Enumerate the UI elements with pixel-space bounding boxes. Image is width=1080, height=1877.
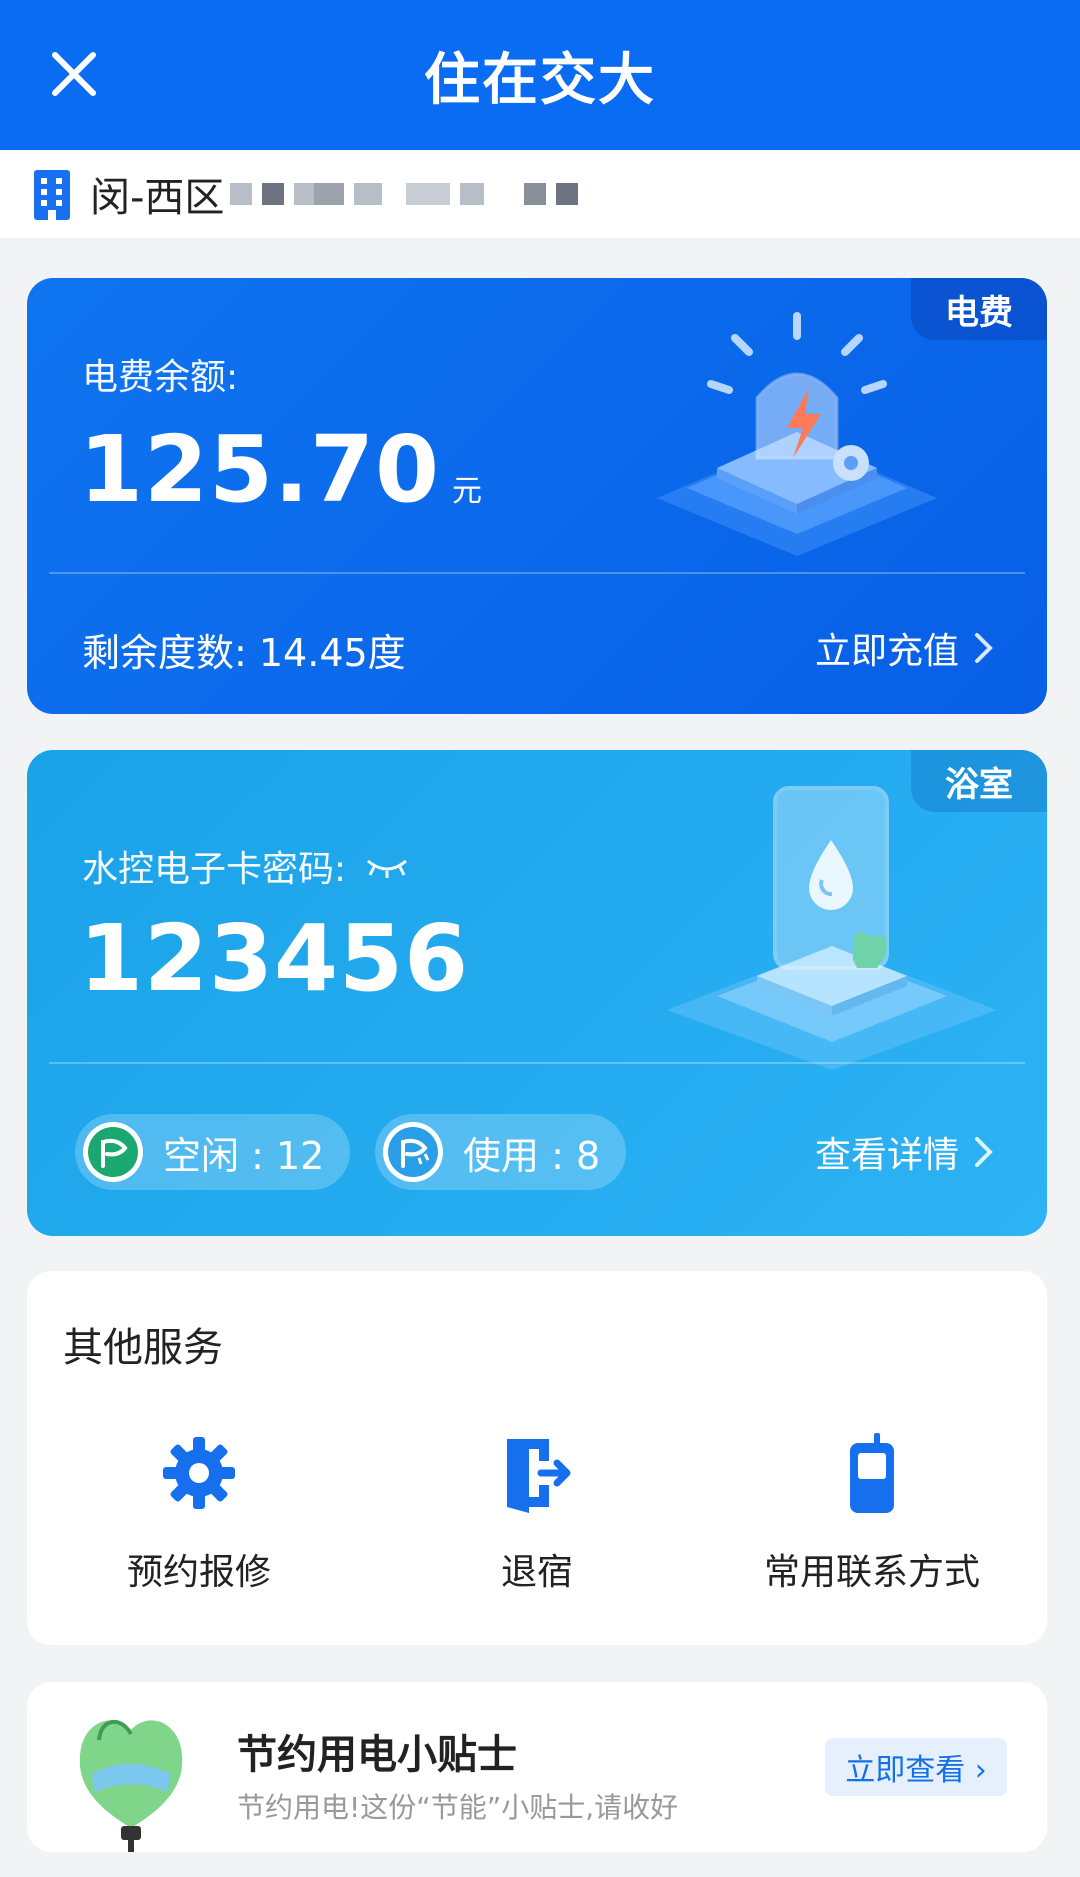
- building-icon: [34, 170, 70, 220]
- page-title: 住在交大: [424, 47, 656, 113]
- chevron-right-icon: [975, 633, 993, 663]
- eye-closed-icon[interactable]: [364, 853, 410, 879]
- services-title: 其他服务: [63, 1325, 223, 1371]
- idle-count-pill: 空闲 : 12: [75, 1114, 351, 1190]
- redacted-address: [230, 183, 588, 205]
- gear-icon: [163, 1437, 235, 1509]
- tips-title: 节约用电小贴士: [237, 1732, 517, 1778]
- balance-value: 125.70 元: [79, 416, 483, 523]
- balance-amount: 125.70: [79, 416, 441, 523]
- password-value: 123456: [79, 905, 470, 1012]
- page: 住在交大 闵-西区 电费 电费余额: 125.70 元 剩余度数: 14.45度…: [0, 0, 1080, 1877]
- close-button[interactable]: [46, 46, 102, 102]
- energy-tips-banner[interactable]: 节约用电小贴士 节约用电!这份“节能”小贴士,请收好 立即查看 ›: [27, 1682, 1047, 1852]
- electricity-card: 电费 电费余额: 125.70 元 剩余度数: 14.45度 立即充值: [27, 278, 1047, 714]
- bathroom-divider: [49, 1062, 1025, 1064]
- shower-in-use-icon: [383, 1122, 443, 1182]
- service-label: 预约报修: [126, 1552, 271, 1593]
- password-label-row: 水控电子卡密码:: [82, 840, 410, 892]
- app-header: 住在交大: [0, 0, 1080, 150]
- location-text: 闵-西区: [90, 175, 225, 221]
- service-repair-booking[interactable]: 预约报修: [49, 1431, 349, 1595]
- shower-idle-icon: [83, 1122, 143, 1182]
- bathroom-card: 浴室 水控电子卡密码: 123456 空闲: 12 使用: 8 查看详情: [27, 750, 1047, 1236]
- view-details-button[interactable]: 查看详情: [815, 1126, 995, 1178]
- balance-label: 电费余额:: [82, 357, 239, 398]
- service-label: 常用联系方式: [763, 1552, 980, 1593]
- other-services-panel: 其他服务 预约报修 退宿 常用联系方式: [27, 1271, 1047, 1645]
- idle-count: 空闲 : 12: [163, 1133, 325, 1178]
- service-label: 退宿: [500, 1552, 573, 1593]
- in-use-count: 使用 : 8: [463, 1133, 601, 1178]
- in-use-count-pill: 使用 : 8: [375, 1114, 627, 1190]
- recharge-label: 立即充值: [814, 631, 959, 672]
- checkout-door-icon: [507, 1439, 571, 1513]
- view-tips-button[interactable]: 立即查看 ›: [825, 1738, 1007, 1796]
- electricity-divider: [49, 572, 1025, 574]
- view-details-label: 查看详情: [814, 1135, 959, 1176]
- tips-subtitle: 节约用电!这份“节能”小贴士,请收好: [237, 1791, 679, 1824]
- close-icon: [52, 52, 96, 96]
- eco-bulb-icon: [79, 1720, 183, 1852]
- service-contacts[interactable]: 常用联系方式: [722, 1431, 1022, 1595]
- password-label: 水控电子卡密码:: [82, 849, 347, 890]
- bathroom-illustration: [667, 786, 997, 1070]
- location-bar[interactable]: 闵-西区: [0, 150, 1080, 238]
- service-checkout[interactable]: 退宿: [387, 1431, 687, 1595]
- remaining-kwh: 剩余度数: 14.45度: [82, 631, 406, 675]
- recharge-button[interactable]: 立即充值: [815, 622, 995, 674]
- electricity-illustration: [657, 312, 937, 556]
- phone-icon: [850, 1433, 894, 1513]
- balance-unit: 元: [452, 474, 484, 509]
- chevron-right-icon: [975, 1137, 993, 1167]
